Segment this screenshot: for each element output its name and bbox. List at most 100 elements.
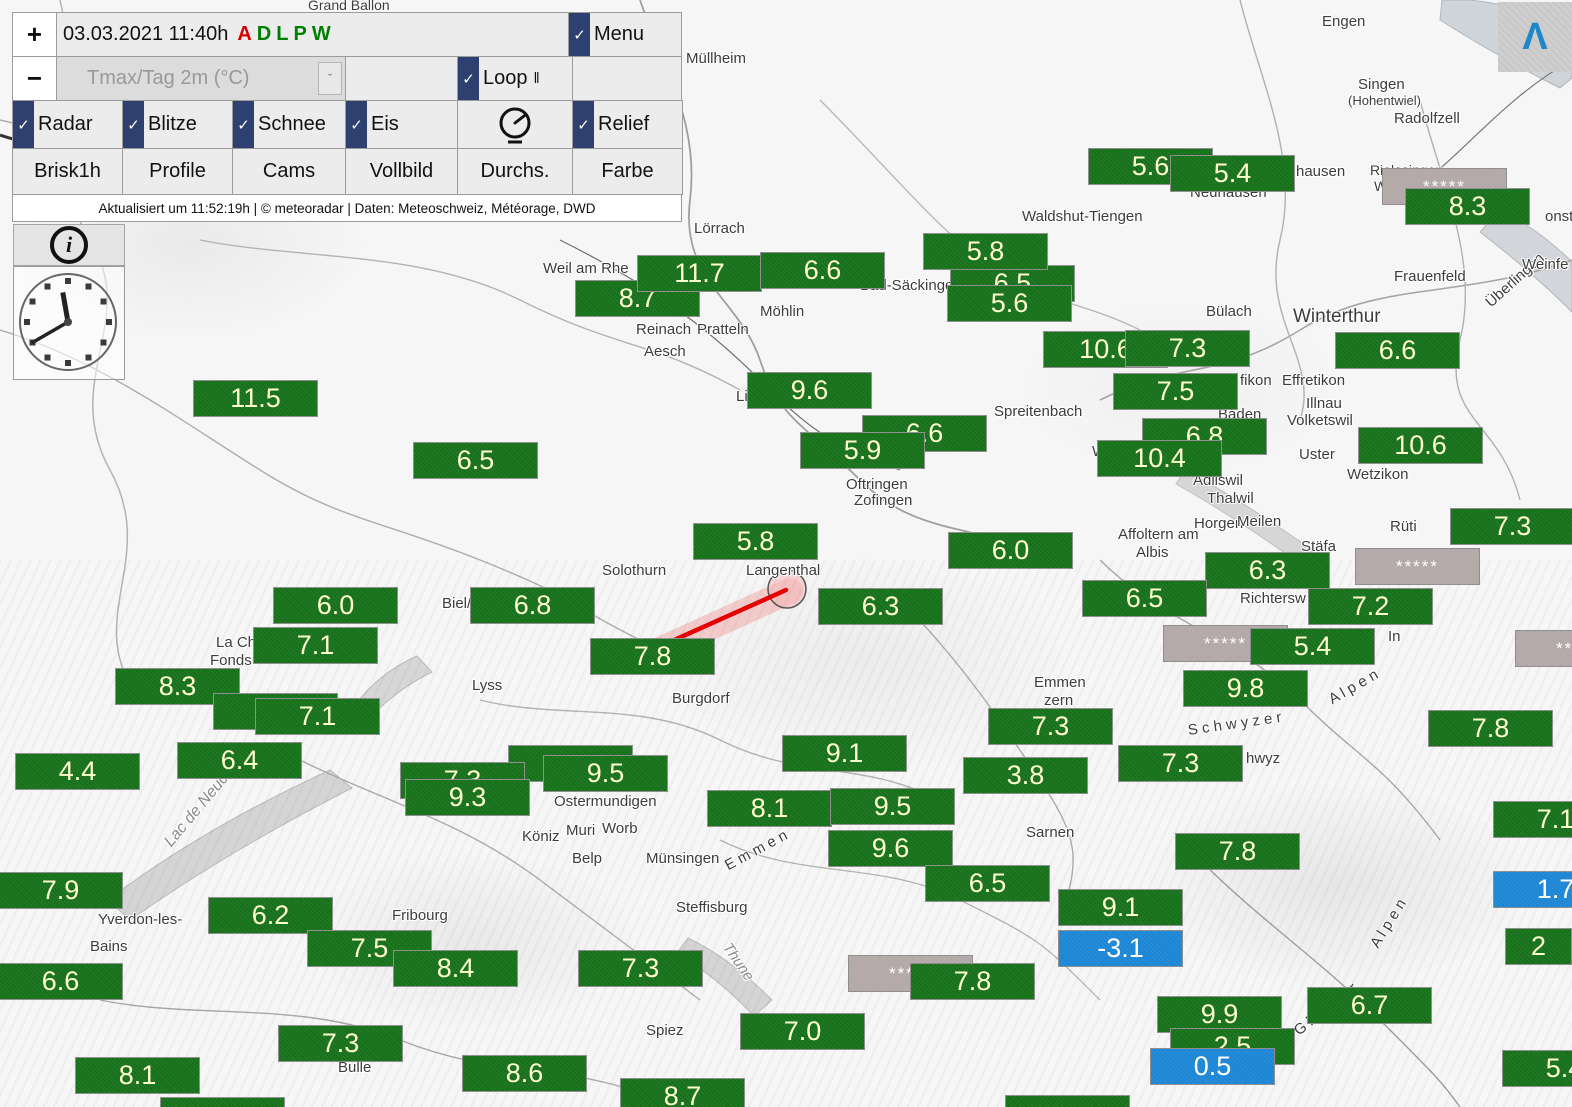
station-temp-label[interactable]: 3.8 (963, 757, 1088, 794)
station-temp-label[interactable]: 7.3 (1118, 745, 1243, 782)
station-temp-label[interactable]: 9.6 (828, 830, 953, 867)
app-logo-button[interactable]: Λ (1498, 2, 1572, 72)
menu-toggle[interactable]: ✓ Menu (568, 12, 682, 57)
button-durchs[interactable]: Durchs. (457, 148, 573, 195)
station-label-masked[interactable]: ***** (1355, 548, 1480, 585)
station-temp-label[interactable]: 6.6 (1335, 332, 1460, 369)
station-temp-label[interactable]: 6.0 (948, 532, 1073, 569)
station-temp-label[interactable]: 8.6 (462, 1055, 587, 1092)
station-temp-label[interactable]: 6.3 (1205, 552, 1330, 589)
layer-toggle-relief[interactable]: ✓ Relief (572, 100, 683, 149)
station-temp-label[interactable]: 7.8 (1428, 710, 1553, 747)
layer-toggle-blitze[interactable]: ✓ Blitze (122, 100, 233, 149)
station-temp-label[interactable]: 7.8 (590, 638, 715, 675)
station-temp-label[interactable]: 6.5 (1082, 580, 1207, 617)
station-temp-label[interactable]: 9.1 (1058, 889, 1183, 926)
station-temp-label[interactable]: 9.1 (782, 735, 907, 772)
station-temp-label[interactable]: 6.0 (273, 587, 398, 624)
clock-widget[interactable] (13, 266, 125, 380)
station-temp-label[interactable]: 11.5 (193, 380, 318, 417)
station-temp-label[interactable]: 8.4 (393, 950, 518, 987)
station-temp-label[interactable]: 7.3 (1125, 330, 1250, 367)
layer-select-dropdown[interactable]: Tmax/Tag 2m (°C) ˇ (56, 56, 346, 101)
button-cams[interactable]: Cams (232, 148, 346, 195)
station-temp-label[interactable]: 7.8 (910, 963, 1035, 1000)
station-temp-label[interactable]: 9.5 (543, 755, 668, 792)
eis-checkbox[interactable]: ✓ (346, 101, 367, 148)
station-temp-label[interactable]: 6.4 (177, 742, 302, 779)
button-brisk1h[interactable]: Brisk1h (12, 148, 123, 195)
station-temp-label[interactable]: 7.3 (1450, 508, 1572, 545)
station-temp-label[interactable]: 8.3 (1405, 188, 1530, 225)
station-temp-label[interactable]: 7.1 (1493, 801, 1572, 838)
blitze-checkbox[interactable]: ✓ (123, 101, 144, 148)
station-temp-label[interactable]: 7.3 (988, 708, 1113, 745)
station-temp-label[interactable]: 7.3 (578, 950, 703, 987)
mode-letter-p[interactable]: P (293, 23, 306, 45)
layer-toggle-schnee[interactable]: ✓ Schnee (232, 100, 346, 149)
layer-toggle-radar[interactable]: ✓ Radar (12, 100, 123, 149)
station-label-masked[interactable]: ***** (1515, 630, 1572, 667)
station-temp-label[interactable]: 9.5 (830, 788, 955, 825)
info-button[interactable]: i (13, 224, 125, 266)
station-temp-label[interactable]: 6.2 (208, 897, 333, 934)
station-temp-label[interactable]: 9.8 (1183, 670, 1308, 707)
station-temp-label[interactable]: 2 (1505, 928, 1572, 965)
mode-letter-a[interactable]: A (237, 23, 251, 45)
mode-letter-d[interactable]: D (257, 23, 271, 45)
schnee-checkbox[interactable]: ✓ (233, 101, 254, 148)
station-temp-label[interactable]: 6.6 (760, 252, 885, 289)
station-temp-label[interactable]: 4.4 (15, 753, 140, 790)
station-temp-label[interactable]: 5.8 (923, 233, 1048, 270)
radar-checkbox[interactable]: ✓ (13, 101, 34, 148)
station-temp-label[interactable]: 5.6 (947, 285, 1072, 322)
station-temp-label[interactable]: 7.8 (1175, 833, 1300, 870)
station-temp-label[interactable]: 9.3 (405, 779, 530, 816)
station-temp-label[interactable]: 6.6 (0, 963, 123, 1000)
mode-letter-l[interactable]: L (276, 23, 288, 45)
loop-toggle[interactable]: ✓ Loop ‖ (457, 56, 573, 101)
station-temp-label[interactable]: 1.7 (1493, 871, 1572, 908)
station-temp-label[interactable]: 10.6 (1358, 427, 1483, 464)
pause-icon[interactable]: ‖ (534, 70, 541, 87)
station-temp-label[interactable]: 5.4 (1250, 628, 1375, 665)
station-temp-label[interactable]: 9.6 (747, 372, 872, 409)
datetime-display[interactable]: 03.03.2021 11:40h ADLPW (56, 12, 569, 57)
station-temp-label[interactable]: 6.3 (818, 588, 943, 625)
gauge-button[interactable] (457, 100, 573, 149)
chevron-down-icon[interactable]: ˇ (318, 62, 342, 95)
station-temp-label[interactable]: 6.7 (1307, 987, 1432, 1024)
button-farbe[interactable]: Farbe (572, 148, 683, 195)
station-temp-label[interactable]: 5.4 (1170, 155, 1295, 192)
loop-checkbox[interactable]: ✓ (458, 57, 479, 100)
station-temp-label[interactable] (1005, 1095, 1130, 1107)
station-temp-label[interactable]: -3.1 (1058, 930, 1183, 967)
station-temp-label[interactable]: 8.1 (707, 790, 832, 827)
station-temp-label[interactable]: 10.4 (1097, 440, 1222, 477)
station-temp-label[interactable]: 7.3 (278, 1025, 403, 1062)
station-temp-label[interactable]: 0.5 (1150, 1048, 1275, 1085)
station-temp-label[interactable]: 7.0 (740, 1013, 865, 1050)
station-temp-label[interactable]: 8.1 (75, 1057, 200, 1094)
station-temp-label[interactable]: 5.8 (693, 523, 818, 560)
menu-checkbox[interactable]: ✓ (569, 13, 590, 56)
station-temp-label[interactable]: 7.1 (253, 627, 378, 664)
station-temp-label[interactable]: 6.5 (413, 442, 538, 479)
station-temp-label[interactable] (160, 1097, 285, 1107)
station-temp-label[interactable]: 7.9 (0, 872, 123, 909)
relief-checkbox[interactable]: ✓ (573, 101, 594, 148)
station-temp-label[interactable]: 7.5 (1113, 373, 1238, 410)
station-temp-label[interactable]: 7.1 (255, 698, 380, 735)
zoom-out-button[interactable]: − (12, 56, 57, 101)
station-temp-label[interactable]: 7.2 (1308, 588, 1433, 625)
layer-toggle-eis[interactable]: ✓ Eis (345, 100, 458, 149)
station-temp-label[interactable]: 6.5 (925, 865, 1050, 902)
station-temp-label[interactable]: 5.9 (800, 432, 925, 469)
button-profile[interactable]: Profile (122, 148, 233, 195)
station-temp-label[interactable]: 8.7 (620, 1078, 745, 1107)
zoom-in-button[interactable]: + (12, 12, 57, 57)
button-vollbild[interactable]: Vollbild (345, 148, 458, 195)
station-temp-label[interactable]: 6.8 (470, 587, 595, 624)
station-temp-label[interactable]: 11.7 (637, 255, 762, 292)
mode-letter-w[interactable]: W (312, 23, 331, 45)
